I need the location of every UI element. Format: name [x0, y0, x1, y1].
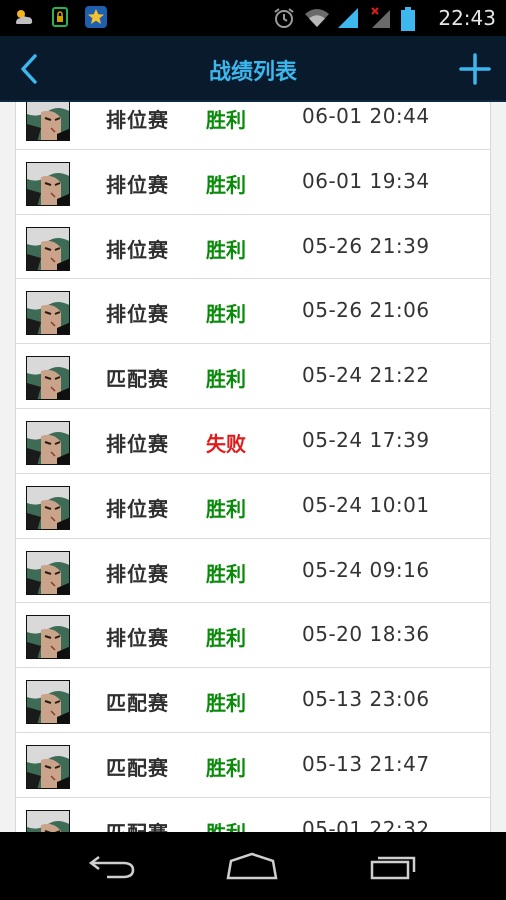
status-bar: 22:43: [0, 0, 506, 36]
game-time: 05-24 21:22: [302, 363, 430, 388]
game-time: 05-13 23:06: [302, 687, 430, 712]
game-time: 05-20 18:36: [302, 622, 430, 647]
champion-avatar: [26, 356, 70, 401]
game-result: 胜利: [206, 755, 246, 780]
record-row[interactable]: 排位赛 胜利 05-20 18:36: [15, 603, 491, 669]
champion-avatar: [26, 809, 70, 832]
game-time: 05-26 21:06: [302, 298, 430, 323]
game-result: 胜利: [206, 108, 246, 132]
lock-app-icon: [48, 5, 72, 29]
game-time: 05-24 09:16: [302, 557, 430, 582]
game-result: 胜利: [206, 172, 246, 197]
game-mode: 排位赛: [106, 237, 169, 262]
record-list[interactable]: 排位赛 胜利 06-01 20:44 排位赛 胜利 06-01 19:34 排位…: [0, 102, 506, 832]
clock: 22:43: [438, 6, 496, 30]
back-arrow-icon: [88, 856, 135, 879]
champion-avatar: [26, 615, 70, 660]
plus-icon: [459, 53, 491, 85]
game-time: 06-01 20:44: [302, 104, 430, 128]
record-row[interactable]: 排位赛 失败 05-24 17:39: [15, 408, 491, 474]
game-mode: 匹配赛: [106, 691, 169, 716]
game-time: 05-01 22:32: [302, 816, 430, 832]
game-mode: 排位赛: [106, 172, 169, 197]
game-mode: 排位赛: [106, 496, 169, 521]
add-button[interactable]: [454, 48, 496, 90]
game-result: 胜利: [206, 302, 246, 327]
system-icons: 22:43: [272, 4, 496, 32]
alarm-icon: [272, 6, 296, 30]
title-bar: 战绩列表: [0, 36, 506, 102]
signal-icon: [336, 6, 360, 30]
record-row[interactable]: 匹配赛 胜利 05-13 23:06: [15, 668, 491, 733]
champion-avatar: [26, 161, 70, 206]
champion-avatar: [26, 102, 70, 141]
battery-icon: [400, 6, 424, 31]
game-time: 05-24 17:39: [302, 427, 430, 452]
game-result: 胜利: [206, 496, 246, 521]
navigation-bar: [0, 832, 506, 900]
record-row[interactable]: 匹配赛 胜利 05-24 21:22: [15, 344, 491, 409]
champion-avatar: [26, 291, 70, 336]
champion-avatar: [26, 226, 70, 271]
record-row[interactable]: 排位赛 胜利 06-01 19:34: [15, 149, 491, 215]
nav-recent-apps-button[interactable]: [364, 848, 424, 884]
weather-icon: [12, 5, 36, 29]
game-mode: 排位赛: [106, 626, 169, 651]
champion-avatar: [26, 550, 70, 595]
champion-avatar: [26, 744, 70, 789]
game-mode: 排位赛: [106, 108, 169, 132]
game-mode: 匹配赛: [106, 755, 169, 780]
nav-home-button[interactable]: [222, 848, 282, 884]
champion-avatar: [26, 420, 70, 465]
game-result: 胜利: [206, 626, 246, 651]
game-result: 胜利: [206, 691, 246, 716]
home-icon: [226, 852, 278, 880]
record-row[interactable]: 匹配赛 胜利 05-01 22:32: [15, 797, 491, 832]
game-result: 胜利: [206, 237, 246, 262]
game-mode: 排位赛: [106, 561, 169, 586]
game-mode: 排位赛: [106, 302, 169, 327]
record-list-items: 排位赛 胜利 06-01 20:44 排位赛 胜利 06-01 19:34 排位…: [15, 102, 491, 832]
game-result: 胜利: [206, 817, 246, 832]
wifi-icon: [304, 6, 330, 30]
game-time: 06-01 19:34: [302, 168, 430, 193]
game-time: 05-24 10:01: [302, 492, 430, 517]
nav-back-button[interactable]: [82, 848, 142, 884]
game-time: 05-13 21:47: [302, 751, 430, 776]
game-time: 05-26 21:39: [302, 233, 430, 258]
record-row[interactable]: 排位赛 胜利 05-26 21:06: [15, 279, 491, 345]
notification-icons: [12, 5, 108, 29]
record-row[interactable]: 排位赛 胜利 05-26 21:39: [15, 214, 491, 280]
game-mode: 排位赛: [106, 431, 169, 456]
game-result: 失败: [206, 431, 246, 456]
champion-avatar: [26, 680, 70, 725]
game-mode: 匹配赛: [106, 367, 169, 392]
record-row[interactable]: 排位赛 胜利 06-01 20:44: [15, 102, 491, 150]
record-row[interactable]: 排位赛 胜利 05-24 09:16: [15, 538, 491, 604]
game-mode: 匹配赛: [106, 817, 169, 832]
star-app-icon: [84, 5, 108, 29]
no-signal-icon: [368, 6, 392, 30]
champion-avatar: [26, 485, 70, 530]
game-result: 胜利: [206, 367, 246, 392]
recent-apps-icon: [370, 856, 416, 880]
game-result: 胜利: [206, 561, 246, 586]
page-title: 战绩列表: [208, 60, 297, 85]
record-row[interactable]: 排位赛 胜利 05-24 10:01: [15, 473, 491, 539]
record-row[interactable]: 匹配赛 胜利 05-13 21:47: [15, 732, 491, 798]
